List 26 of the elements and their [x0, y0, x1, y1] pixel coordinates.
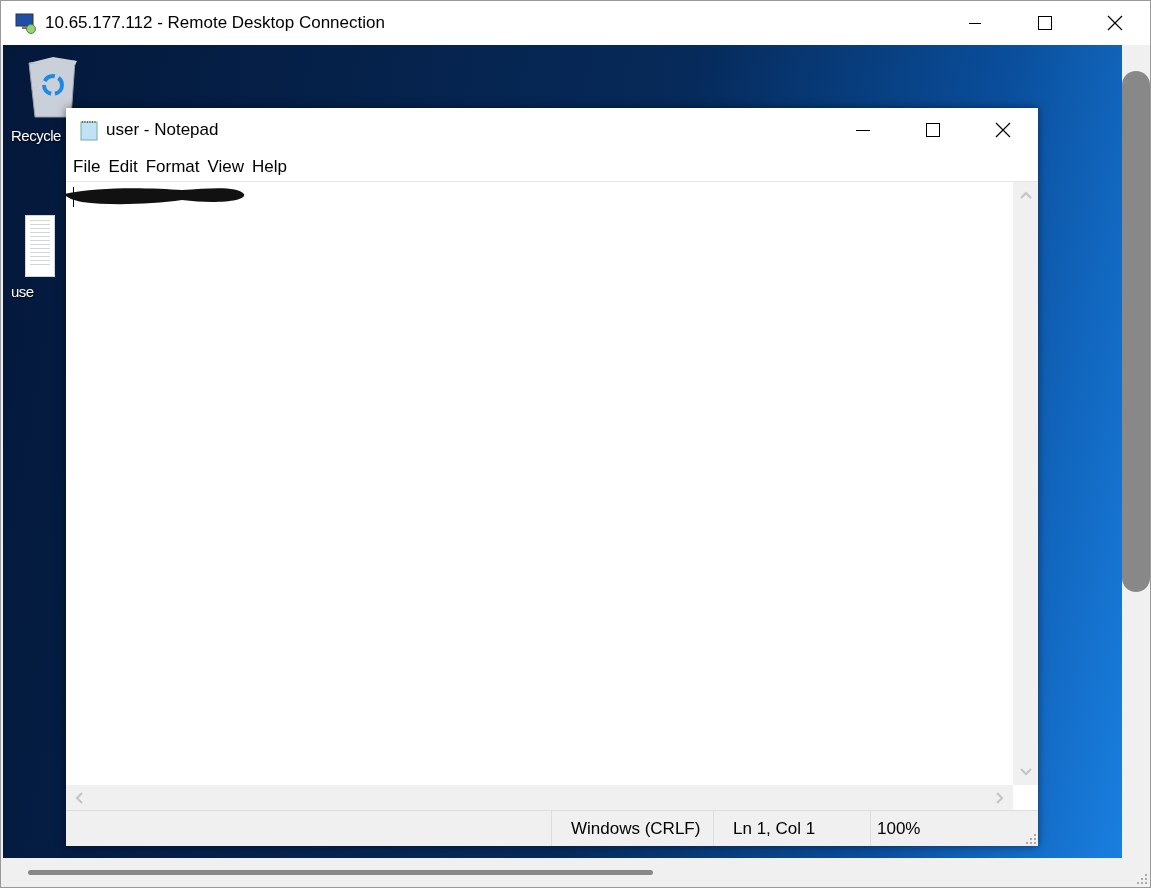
notepad-icon [78, 119, 100, 141]
status-text: Windows (CRLF) [551, 811, 713, 846]
menu-item[interactable]: View [203, 153, 249, 180]
close-icon [995, 122, 1011, 138]
scrollbar-thumb[interactable] [1122, 71, 1150, 592]
status-text: Ln 1, Col 1 [713, 811, 870, 846]
menu-item[interactable]: Edit [104, 153, 142, 180]
menu-item[interactable]: File [69, 153, 105, 180]
resize-grip-icon[interactable] [1137, 874, 1147, 884]
menu-item[interactable]: Format [141, 153, 204, 180]
vertical-scrollbar[interactable] [1013, 182, 1038, 785]
monitor-icon [15, 12, 37, 34]
resize-grip-icon[interactable] [1026, 834, 1036, 844]
scrollbar-thumb[interactable] [28, 870, 653, 875]
window-title: user - Notepad [106, 119, 219, 142]
close-icon [1107, 15, 1123, 31]
horizontal-scrollbar[interactable] [66, 785, 1013, 810]
window-title: 10.65.177.112 - Remote Desktop Connection [45, 12, 385, 35]
scroll-left-icon[interactable] [74, 791, 86, 804]
menu-item[interactable]: Help [248, 153, 292, 180]
icon-label: Recycle [11, 126, 61, 146]
scroll-right-icon[interactable] [993, 791, 1005, 804]
status-text: 100% [870, 811, 921, 846]
text-file-icon[interactable] [25, 215, 55, 277]
icon-label: use [11, 282, 34, 302]
scroll-down-icon[interactable] [1019, 765, 1032, 777]
